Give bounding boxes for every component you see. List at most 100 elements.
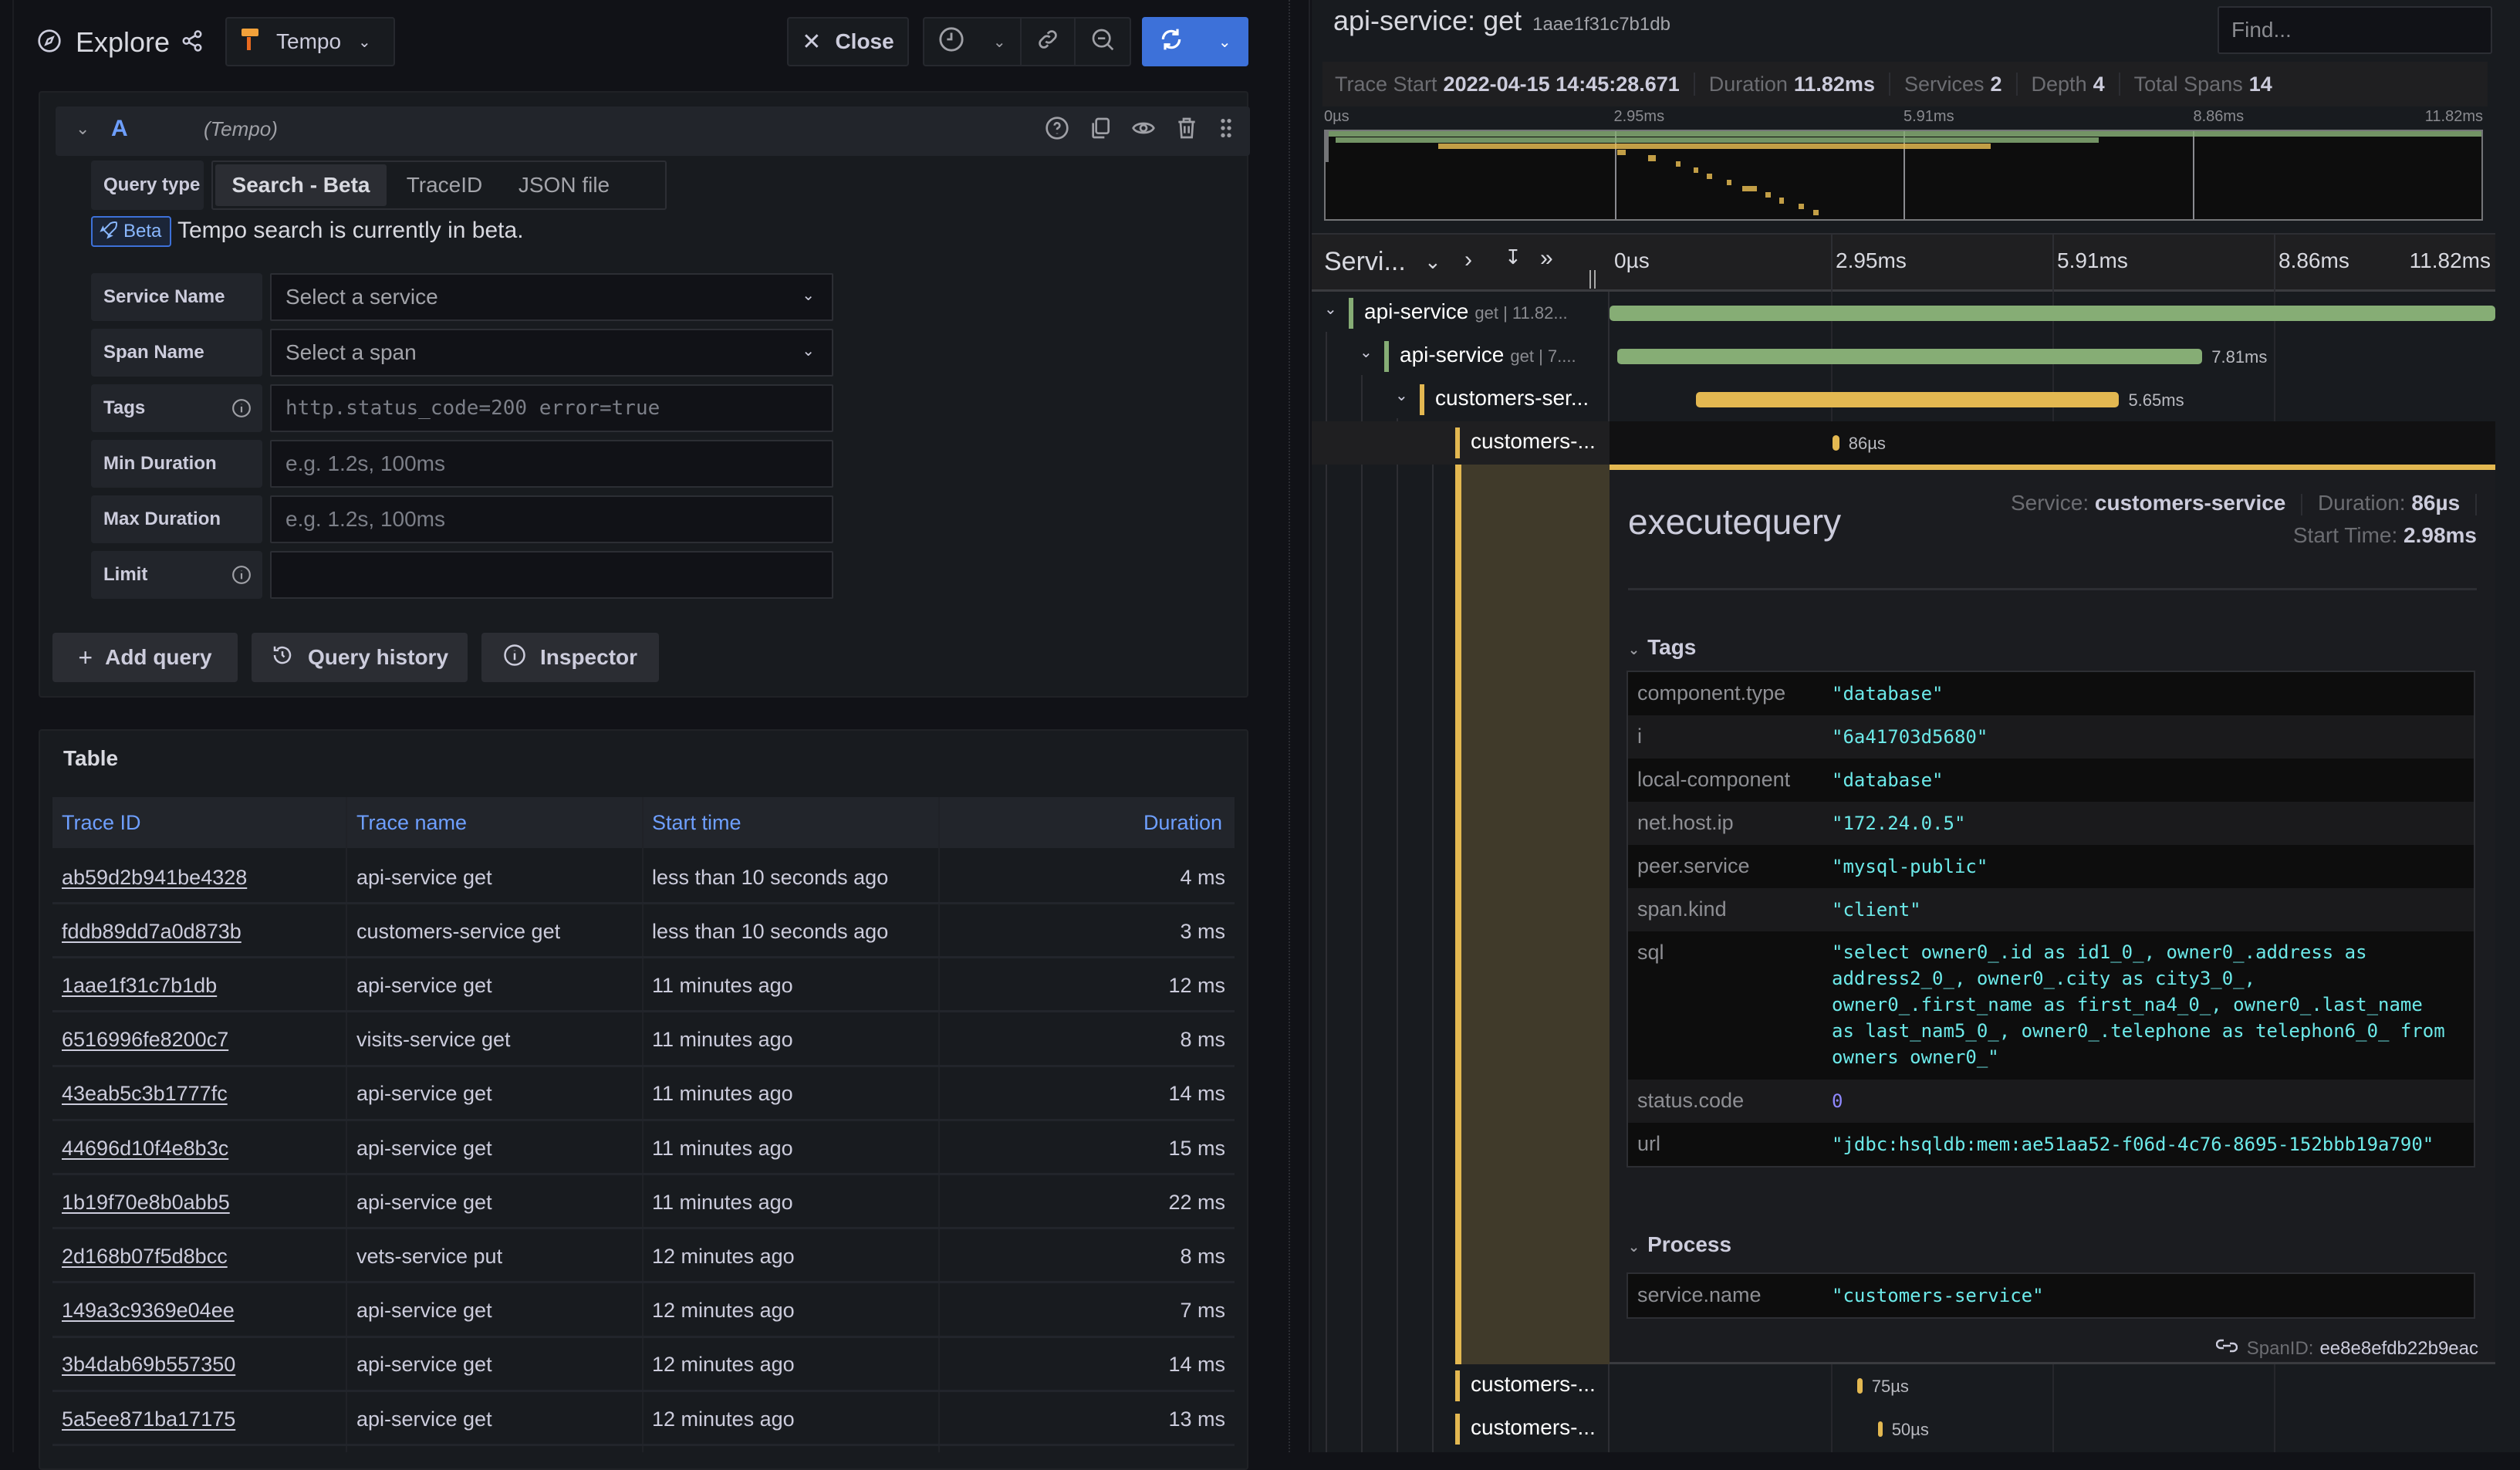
chevron-down-icon[interactable]: ⌄ bbox=[1360, 343, 1373, 362]
tag-value[interactable]: "172.24.0.5" bbox=[1832, 810, 2451, 836]
collapse-all-icon[interactable]: ↧ bbox=[1505, 245, 1522, 269]
trace-id-link[interactable]: ab59d2b941be4328 bbox=[62, 850, 247, 904]
table-row: 6516996fe8200c7 visits-service get 11 mi… bbox=[52, 1013, 1235, 1067]
tag-value[interactable]: "jdbc:hsqldb:mem:ae51aa52-f06d-4c76-8695… bbox=[1832, 1131, 2451, 1157]
column-resizer[interactable] bbox=[1589, 270, 1596, 289]
span-bar[interactable] bbox=[1877, 1421, 1883, 1437]
expand-all-icon[interactable]: » bbox=[1540, 245, 1553, 272]
span-bar[interactable] bbox=[1833, 435, 1839, 451]
run-query-button[interactable]: ⌄ bbox=[1142, 17, 1248, 66]
tag-value[interactable]: "client" bbox=[1832, 897, 2451, 923]
min-duration-input[interactable]: e.g. 1.2s, 100ms bbox=[270, 440, 833, 488]
span-name-select[interactable]: Select a span ⌄ bbox=[270, 329, 833, 377]
span-row[interactable]: ⌄ api-service get | 11.82... bbox=[1312, 292, 2495, 335]
query-type-traceid[interactable]: TraceID bbox=[387, 164, 502, 206]
query-history-button[interactable]: Query history bbox=[252, 633, 468, 682]
tag-value[interactable]: "database" bbox=[1832, 681, 2451, 707]
column-header-trace-id[interactable]: Trace ID bbox=[62, 797, 141, 848]
query-row-actions bbox=[1045, 116, 1235, 144]
tag-row: net.host.ip "172.24.0.5" bbox=[1628, 802, 2474, 845]
limit-input[interactable] bbox=[270, 551, 833, 599]
tag-value[interactable]: "select owner0_.id as id1_0_, owner0_.ad… bbox=[1832, 939, 2451, 1070]
trace-id-link[interactable]: 2d168b07f5d8bcc bbox=[62, 1229, 228, 1283]
collapse-one-icon[interactable]: ⌄ bbox=[1424, 250, 1441, 274]
copy-link-button[interactable] bbox=[1022, 19, 1076, 65]
query-ref-id[interactable]: A bbox=[111, 116, 128, 142]
span-id-value[interactable]: ee8e8efdb22b9eac bbox=[2319, 1338, 2478, 1360]
trace-id-link[interactable]: 149a3c9369e04ee bbox=[62, 1284, 235, 1338]
chevron-down-icon[interactable]: ⌄ bbox=[1395, 386, 1408, 405]
span-bar[interactable] bbox=[1856, 1378, 1863, 1394]
duration: 3 ms bbox=[1180, 919, 1225, 943]
trace-total-spans: Total Spans 14 bbox=[2133, 72, 2272, 96]
trace-id-link[interactable]: 6516996fe8200c7 bbox=[62, 1013, 228, 1067]
duration: 7 ms bbox=[1180, 1299, 1225, 1323]
column-header-start-time[interactable]: Start time bbox=[652, 797, 741, 848]
chevron-down-icon: ⌄ bbox=[1628, 1239, 1640, 1255]
drag-handle-icon[interactable] bbox=[1218, 116, 1235, 144]
find-input[interactable]: Find... bbox=[2218, 6, 2492, 54]
trace-id-link[interactable]: 43eab5c3b1777fc bbox=[62, 1067, 228, 1121]
trace-name: vets-service put bbox=[356, 1244, 503, 1268]
tags-label: Tags bbox=[91, 384, 262, 432]
help-icon[interactable] bbox=[1045, 116, 1069, 144]
table-row: 2d168b07f5d8bcc vets-service put 12 minu… bbox=[52, 1229, 1235, 1284]
time-picker-button[interactable]: ⌄ bbox=[924, 19, 1022, 65]
eye-icon[interactable] bbox=[1131, 116, 1156, 144]
clock-icon bbox=[938, 26, 964, 58]
link-icon[interactable] bbox=[2215, 1337, 2238, 1360]
span-row[interactable]: customers-... 86µs bbox=[1312, 421, 2495, 465]
trace-id-link[interactable]: 3b4dab69b557350 bbox=[62, 1338, 235, 1392]
close-split-button[interactable]: ✕ Close bbox=[787, 17, 909, 66]
add-query-button[interactable]: + Add query bbox=[52, 633, 238, 682]
trace-id-link[interactable]: 5a5ee871ba17175 bbox=[62, 1392, 235, 1446]
column-header-duration[interactable]: Duration bbox=[1143, 797, 1222, 848]
service-name-select[interactable]: Select a service ⌄ bbox=[270, 273, 833, 321]
start-time: 11 minutes ago bbox=[652, 1028, 793, 1052]
collapse-query-icon[interactable]: ⌄ bbox=[76, 119, 90, 139]
trash-icon[interactable] bbox=[1174, 116, 1199, 144]
tag-value[interactable]: "mysql-public" bbox=[1832, 853, 2451, 880]
span-bar[interactable] bbox=[1695, 392, 2120, 407]
chevron-down-icon[interactable]: ⌄ bbox=[1218, 32, 1231, 52]
span-row[interactable]: customers-... 75µs bbox=[1312, 1364, 2495, 1407]
query-type-json-file[interactable]: JSON file bbox=[502, 164, 626, 206]
tag-value[interactable]: 0 bbox=[1832, 1088, 2451, 1114]
duplicate-query-icon[interactable] bbox=[1088, 116, 1113, 144]
trace-id-link[interactable]: 1aae1f31c7b1db bbox=[62, 958, 217, 1012]
tags-input[interactable]: http.status_code=200 error=true bbox=[270, 384, 833, 432]
process-section-toggle[interactable]: ⌄ Process bbox=[1628, 1232, 1731, 1257]
expand-one-icon[interactable]: › bbox=[1464, 247, 1472, 273]
info-icon[interactable] bbox=[231, 565, 252, 590]
span-bar[interactable] bbox=[1616, 349, 2203, 364]
datasource-picker[interactable]: Tempo ⌄ bbox=[225, 17, 395, 66]
trace-id-link[interactable]: fddb89dd7a0d873b bbox=[62, 904, 242, 958]
share-icon[interactable] bbox=[181, 29, 204, 56]
duration: 14 ms bbox=[1168, 1082, 1225, 1106]
span-row[interactable]: ⌄ api-service get | 7.... 7.81ms bbox=[1312, 335, 2495, 378]
divider bbox=[1628, 588, 2477, 590]
trace-id-link[interactable]: 44696d10f4e8b3c bbox=[62, 1121, 228, 1175]
minimap-viewport-handle[interactable] bbox=[1324, 131, 1329, 162]
trace-id-link[interactable]: 1b19f70e8b0abb5 bbox=[62, 1175, 230, 1229]
column-header-trace-name[interactable]: Trace name bbox=[356, 797, 467, 848]
resize-handle[interactable] bbox=[1289, 0, 1290, 1452]
span-bar[interactable] bbox=[1610, 306, 2495, 321]
chevron-down-icon[interactable]: ⌄ bbox=[1324, 299, 1337, 319]
span-duration-label: 50µs bbox=[1891, 1420, 1929, 1439]
tags-section-toggle[interactable]: ⌄ Tags bbox=[1628, 635, 1696, 660]
tag-value[interactable]: "database" bbox=[1832, 767, 2451, 793]
split-pane-divider[interactable] bbox=[1273, 0, 1312, 1452]
info-icon[interactable] bbox=[231, 398, 252, 424]
span-row[interactable]: customers-... 50µs bbox=[1312, 1407, 2495, 1451]
max-duration-input[interactable]: e.g. 1.2s, 100ms bbox=[270, 495, 833, 543]
trace-minimap[interactable] bbox=[1324, 130, 2483, 221]
refresh-icon bbox=[1159, 26, 1184, 58]
span-operation-name: executequery bbox=[1628, 502, 1842, 542]
span-row[interactable]: ⌄ customers-ser... 5.65ms bbox=[1312, 378, 2495, 421]
tag-value[interactable]: "6a41703d5680" bbox=[1832, 724, 2451, 750]
inspector-button[interactable]: Inspector bbox=[481, 633, 659, 682]
zoom-out-button[interactable] bbox=[1076, 19, 1130, 65]
tag-value[interactable]: "customers-service" bbox=[1832, 1282, 2451, 1309]
query-type-search[interactable]: Search - Beta bbox=[215, 164, 387, 206]
